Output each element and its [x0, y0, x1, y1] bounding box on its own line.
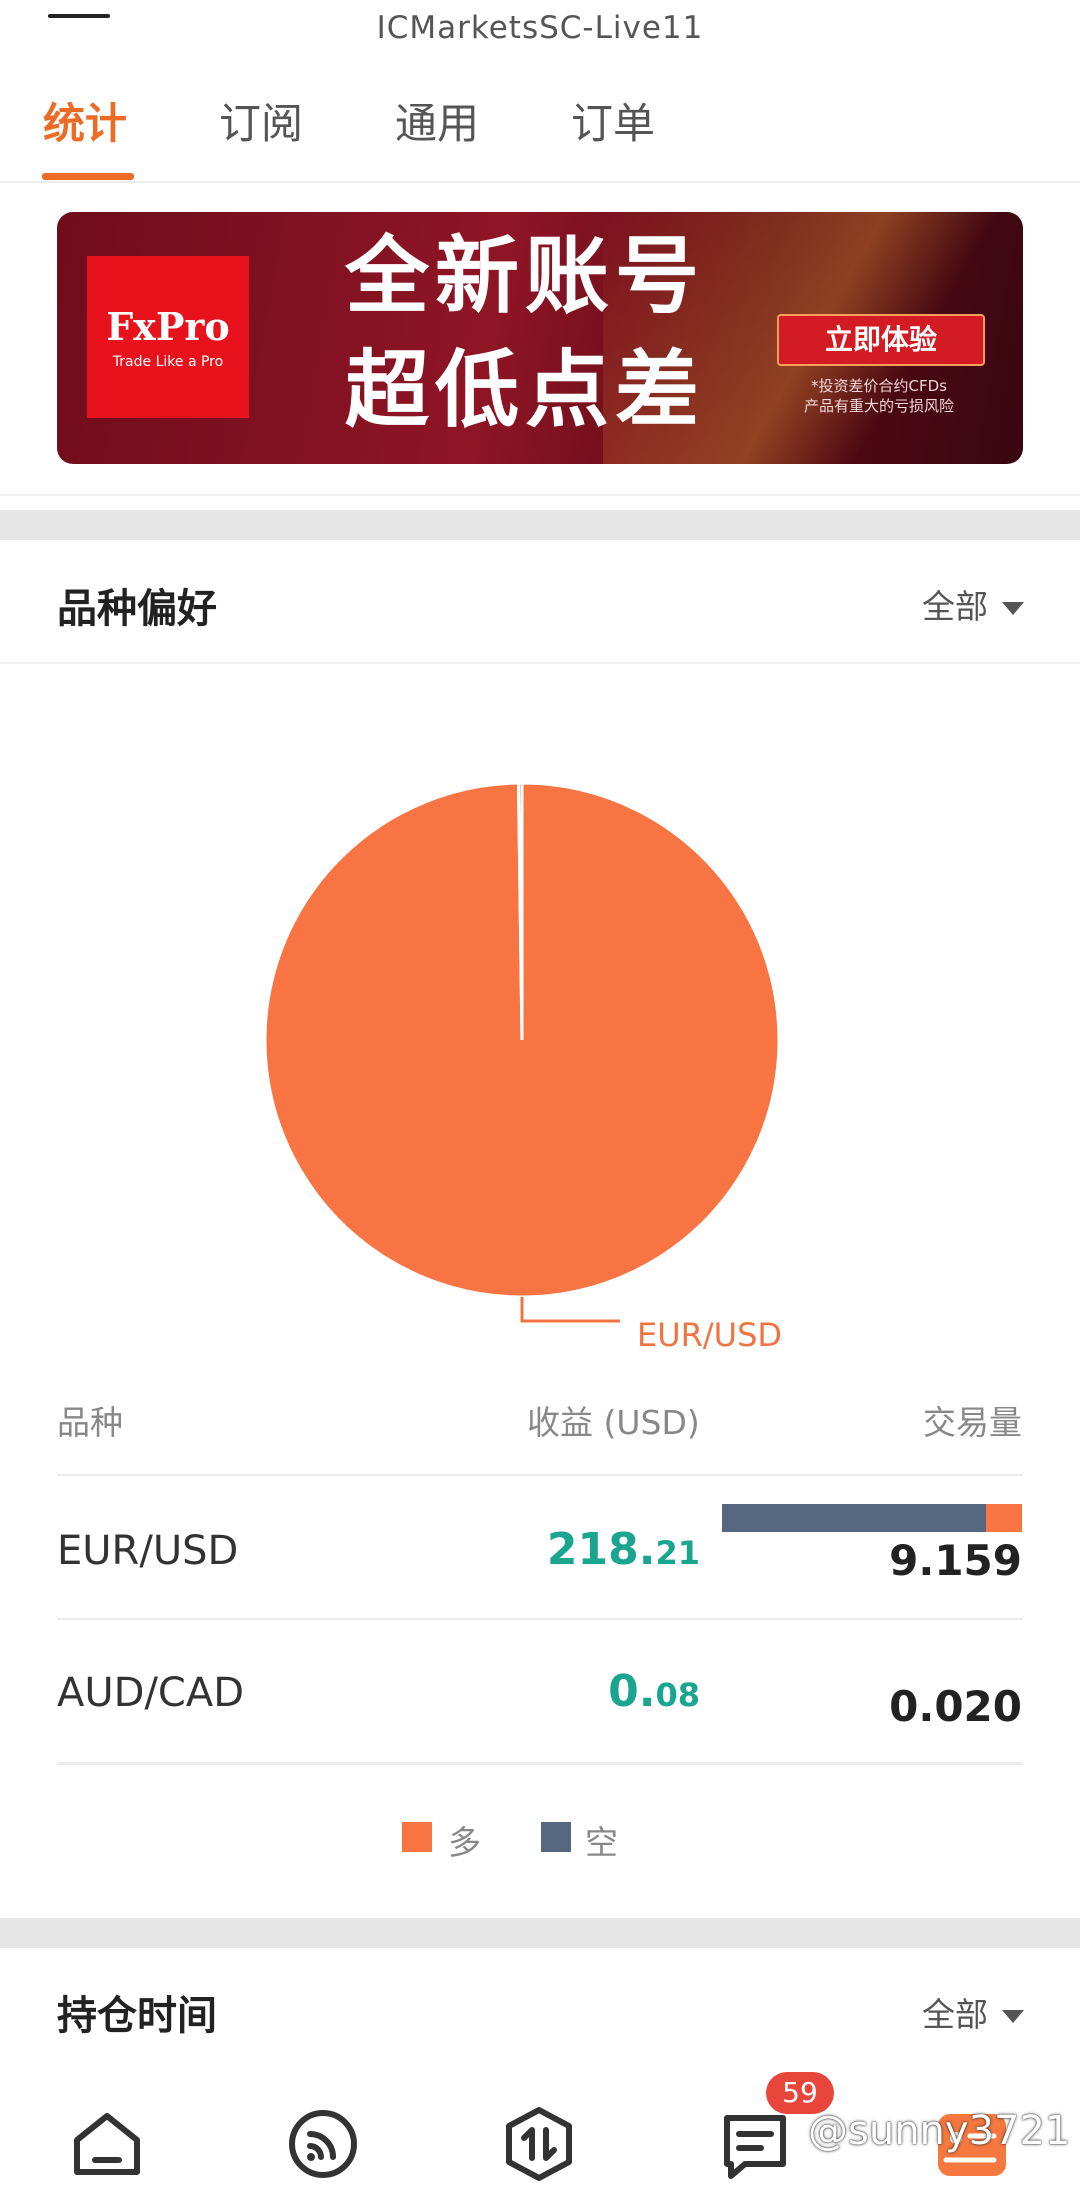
table-divider — [57, 1474, 1023, 1476]
row-symbol-eurusd: EUR/USD — [57, 1528, 239, 1574]
banner-cta-button[interactable]: 立即体验 — [777, 314, 985, 366]
filter-value: 全部 — [922, 1995, 988, 2034]
column-header-symbol: 品种 — [57, 1403, 123, 1442]
profit-integer: 218. — [546, 1524, 656, 1575]
legend-label-long: 多 — [448, 1823, 481, 1862]
risk-line-1: *投资差价合约CFDs — [811, 377, 947, 395]
home-icon[interactable] — [67, 2104, 147, 2184]
banner-headline-1: 全新账号 — [345, 227, 706, 325]
caret-down-icon — [1002, 602, 1024, 615]
pie-chart-svg — [263, 781, 781, 1323]
filter-value: 全部 — [922, 587, 988, 626]
banner-headline-2: 超低点差 — [345, 341, 706, 439]
table-divider — [57, 1762, 1023, 1765]
legend-swatch-short — [541, 1822, 571, 1852]
top-bar: ICMarketsSC-Live11 — [0, 0, 1080, 60]
row-profit-eurusd: 218.21 — [547, 1524, 700, 1575]
symbol-filter-dropdown[interactable]: 全部 — [922, 580, 1024, 628]
pie-label-leader-line — [520, 1297, 620, 1323]
risk-disclaimer: *投资差价合约CFDs 产品有重大的亏损风险 — [777, 376, 981, 416]
tab-bar: 统计 订阅 通用 订单 — [0, 90, 1080, 180]
pie-slice-label: EUR/USD — [637, 1316, 783, 1354]
section-header-divider — [0, 662, 1080, 664]
tabs-divider — [0, 181, 1080, 183]
divider — [0, 494, 1080, 496]
pie-chart — [0, 720, 1080, 1360]
legend-swatch-long — [402, 1822, 432, 1852]
brand-name: FxPro — [106, 304, 230, 349]
row-volume-eurusd: 9.159 — [889, 1536, 1022, 1585]
profit-decimal: 08 — [655, 1676, 700, 1714]
holding-time-filter-dropdown[interactable]: 全部 — [922, 1988, 1024, 2036]
server-title: ICMarketsSC-Live11 — [376, 10, 704, 46]
tab-orders[interactable]: 订单 — [571, 90, 655, 180]
legend: 多 空 — [0, 1818, 1080, 1862]
section-gap — [0, 510, 1080, 540]
table-divider — [57, 1618, 1023, 1620]
long-bar-segment — [986, 1504, 1022, 1532]
signal-feed-icon[interactable] — [283, 2104, 363, 2184]
tab-statistics[interactable]: 统计 — [43, 90, 127, 180]
column-header-profit: 收益 (USD) — [527, 1403, 700, 1442]
app-screen: ICMarketsSC-Live11 统计 订阅 通用 订单 FxPro Tra… — [0, 0, 1080, 2204]
section-title-symbol-preference: 品种偏好 — [57, 586, 217, 632]
tab-subscribe[interactable]: 订阅 — [219, 90, 303, 180]
profit-decimal: 21 — [655, 1534, 700, 1572]
short-bar-segment — [722, 1504, 986, 1532]
caret-down-icon — [1002, 2010, 1024, 2023]
section-title-holding-time: 持仓时间 — [57, 1993, 217, 2039]
brand-logo: FxPro Trade Like a Pro — [87, 256, 249, 418]
tab-general[interactable]: 通用 — [395, 90, 479, 180]
row-volume-audcad: 0.020 — [889, 1682, 1022, 1731]
row-profit-audcad: 0.08 — [608, 1666, 700, 1717]
column-header-volume: 交易量 — [923, 1403, 1022, 1442]
long-short-bar — [722, 1504, 1022, 1532]
promo-banner[interactable]: FxPro Trade Like a Pro 全新账号 超低点差 立即体验 *投… — [57, 212, 1023, 464]
row-symbol-audcad: AUD/CAD — [57, 1670, 245, 1716]
watermark: @sunny3721 — [808, 2108, 1071, 2154]
profit-integer: 0. — [608, 1666, 656, 1717]
brand-tagline: Trade Like a Pro — [112, 354, 224, 370]
messages-icon[interactable] — [715, 2104, 795, 2184]
section-gap — [0, 1918, 1080, 1948]
risk-line-2: 产品有重大的亏损风险 — [803, 397, 954, 415]
active-tab-indicator — [42, 173, 134, 180]
trade-icon[interactable] — [499, 2104, 579, 2184]
legend-label-short: 空 — [585, 1823, 618, 1862]
